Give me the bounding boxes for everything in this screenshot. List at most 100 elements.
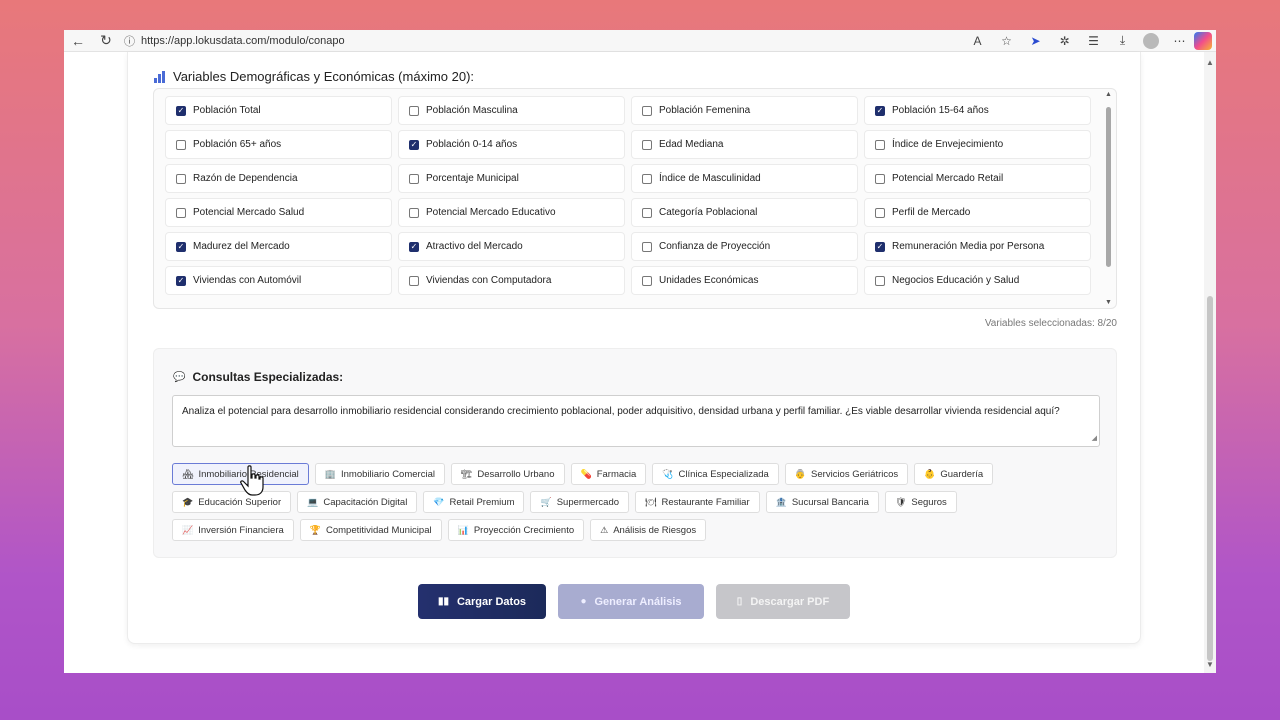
query-template-chip[interactable]: ⚠ Análisis de Riesgos xyxy=(590,519,707,541)
query-template-chip[interactable]: 💎 Retail Premium xyxy=(423,491,525,513)
variable-option[interactable]: ✓ Población 15-64 años xyxy=(864,96,1091,125)
variable-option[interactable]: Negocios Educación y Salud xyxy=(864,266,1091,295)
query-template-chip[interactable]: 👶 Guardería xyxy=(914,463,994,485)
variable-label: Viviendas con Automóvil xyxy=(193,275,302,286)
query-template-chip[interactable]: 🏢 Inmobiliario Comercial xyxy=(314,463,445,485)
variable-option[interactable]: Población Femenina xyxy=(631,96,858,125)
variable-option[interactable]: Categoría Poblacional xyxy=(631,198,858,227)
checkbox-checked[interactable]: ✓ xyxy=(176,275,186,286)
copilot-icon[interactable] xyxy=(1194,31,1212,50)
page-scrollbar[interactable]: ▲ ▼ xyxy=(1204,52,1216,673)
query-template-chip[interactable]: 📊 Proyección Crecimiento xyxy=(447,519,585,541)
variable-option[interactable]: Índice de Masculinidad xyxy=(631,164,858,193)
checkbox[interactable] xyxy=(875,275,885,286)
load-data-button[interactable]: ▮▮ Cargar Datos xyxy=(418,584,546,619)
variable-option[interactable]: Población Masculina xyxy=(398,96,625,125)
checkbox[interactable] xyxy=(409,173,419,184)
hand-cursor-icon xyxy=(240,465,264,496)
query-template-chip[interactable]: 🎓 Educación Superior xyxy=(172,491,292,513)
variable-option[interactable]: Razón de Dependencia xyxy=(165,164,392,193)
variable-option[interactable]: Potencial Mercado Salud xyxy=(165,198,392,227)
variable-option[interactable]: ✓ Población Total xyxy=(165,96,392,125)
variable-option[interactable]: ✓ Atractivo del Mercado xyxy=(398,232,625,261)
favorites-icon[interactable]: ☰ xyxy=(1079,30,1108,52)
variable-option[interactable]: Índice de Envejecimiento xyxy=(864,130,1091,159)
variable-option[interactable]: Población 65+ años xyxy=(165,130,392,159)
variable-label: Madurez del Mercado xyxy=(193,241,290,252)
variable-option[interactable]: Porcentaje Municipal xyxy=(398,164,625,193)
checkbox[interactable] xyxy=(642,139,652,150)
checkbox[interactable] xyxy=(875,139,885,150)
checkbox[interactable] xyxy=(642,241,652,252)
scroll-up-icon[interactable]: ▲ xyxy=(1105,91,1112,98)
query-template-chip[interactable]: 🍽 Restaurante Familiar xyxy=(635,491,760,513)
checkbox-checked[interactable]: ✓ xyxy=(409,139,419,150)
back-icon[interactable]: ← xyxy=(64,30,92,52)
generate-analysis-button[interactable]: ● Generar Análisis xyxy=(558,584,704,619)
chip-label: Sucursal Bancaria xyxy=(791,496,869,508)
page-scroll-down-icon[interactable]: ▼ xyxy=(1206,660,1214,669)
variables-scrollbar[interactable]: ▲ ▼ xyxy=(1104,89,1114,308)
checkbox[interactable] xyxy=(642,173,652,184)
extension-icon[interactable]: ➤ xyxy=(1021,30,1050,52)
variable-option[interactable]: Edad Mediana xyxy=(631,130,858,159)
checkbox[interactable] xyxy=(176,139,186,150)
variable-option[interactable]: ✓ Remuneración Media por Persona xyxy=(864,232,1091,261)
checkbox-checked[interactable]: ✓ xyxy=(176,105,186,116)
favorite-star-icon[interactable]: ☆ xyxy=(992,30,1021,52)
address-bar[interactable]: ⓘ https://app.lokusdata.com/modulo/conap… xyxy=(124,31,944,51)
profile-avatar[interactable] xyxy=(1143,32,1159,49)
checkbox[interactable] xyxy=(642,275,652,286)
site-info-icon[interactable]: ⓘ xyxy=(124,33,135,49)
query-template-chip[interactable]: 📈 Inversión Financiera xyxy=(172,519,294,541)
action-buttons: ▮▮ Cargar Datos ● Generar Análisis ▯ Des… xyxy=(418,584,850,619)
reload-icon[interactable]: ↻ xyxy=(92,30,120,52)
query-template-chip[interactable]: 🏦 Sucursal Bancaria xyxy=(765,491,879,513)
checkbox-checked[interactable]: ✓ xyxy=(409,241,419,252)
checkbox-checked[interactable]: ✓ xyxy=(176,241,186,252)
query-template-chip[interactable]: 🩺 Clínica Especializada xyxy=(652,463,779,485)
checkbox[interactable] xyxy=(642,207,652,218)
checkbox[interactable] xyxy=(409,207,419,218)
variable-option[interactable]: Confianza de Proyección xyxy=(631,232,858,261)
checkbox[interactable] xyxy=(176,207,186,218)
query-template-chip[interactable]: 🏆 Competitividad Municipal xyxy=(299,519,442,541)
variable-option[interactable]: Potencial Mercado Retail xyxy=(864,164,1091,193)
checkbox[interactable] xyxy=(875,207,885,218)
download-pdf-button[interactable]: ▯ Descargar PDF xyxy=(716,584,850,619)
checkbox[interactable] xyxy=(875,173,885,184)
variable-option[interactable]: Potencial Mercado Educativo xyxy=(398,198,625,227)
variables-list[interactable]: ✓ Población Total Población Masculina Pobla… xyxy=(153,88,1117,309)
query-template-chip[interactable]: 🏗 Desarrollo Urbano xyxy=(450,463,565,485)
query-template-chip[interactable]: 🛡 Seguros xyxy=(884,491,957,513)
puzzle-icon[interactable]: ✲ xyxy=(1050,30,1079,52)
variable-option[interactable]: Viviendas con Computadora xyxy=(398,266,625,295)
read-aloud-icon[interactable]: A xyxy=(963,30,992,52)
query-textarea[interactable]: Analiza el potencial para desarrollo inm… xyxy=(172,395,1100,447)
page-scroll-up-icon[interactable]: ▲ xyxy=(1206,58,1214,67)
page-scroll-thumb[interactable] xyxy=(1207,296,1213,661)
resize-handle-icon[interactable]: ◢ xyxy=(1092,432,1097,445)
query-template-chip[interactable]: 🛒 Supermercado xyxy=(530,491,630,513)
checkbox[interactable] xyxy=(409,105,419,116)
variable-option[interactable]: Perfil de Mercado xyxy=(864,198,1091,227)
consultas-panel: 💬 Consultas Especializadas: Analiza el p… xyxy=(153,348,1117,558)
more-menu-icon[interactable]: ⋯ xyxy=(1165,30,1194,52)
variable-option[interactable]: ✓ Población 0-14 años xyxy=(398,130,625,159)
scroll-down-icon[interactable]: ▼ xyxy=(1105,299,1112,306)
variable-option[interactable]: ✓ Viviendas con Automóvil xyxy=(165,266,392,295)
scroll-thumb[interactable] xyxy=(1106,107,1111,267)
query-template-chip[interactable]: 👵 Servicios Geriátricos xyxy=(784,463,909,485)
checkbox[interactable] xyxy=(642,105,652,116)
download-icon[interactable]: ⤓ xyxy=(1108,30,1137,52)
checkbox-checked[interactable]: ✓ xyxy=(875,105,885,116)
variable-option[interactable]: Unidades Económicas xyxy=(631,266,858,295)
checkbox[interactable] xyxy=(409,275,419,286)
variable-option[interactable]: ✓ Madurez del Mercado xyxy=(165,232,392,261)
query-template-chip[interactable]: 💻 Capacitación Digital xyxy=(297,491,418,513)
chip-label: Supermercado xyxy=(556,496,620,508)
checkbox[interactable] xyxy=(176,173,186,184)
checkbox-checked[interactable]: ✓ xyxy=(875,241,885,252)
query-template-chip[interactable]: 💊 Farmacia xyxy=(570,463,647,485)
browser-toolbar: ← ↻ ⓘ https://app.lokusdata.com/modulo/c… xyxy=(64,30,1216,52)
